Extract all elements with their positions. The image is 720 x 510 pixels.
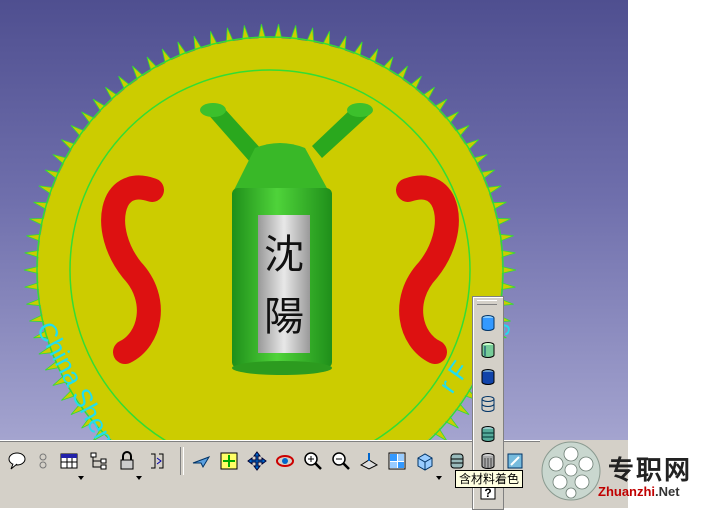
speech-bubble-icon[interactable] [6, 450, 28, 472]
model-scene: 沈 陽 China Shen r F g [23, 24, 517, 440]
table-icon[interactable] [58, 450, 80, 472]
rotate-icon[interactable] [274, 450, 296, 472]
lock-icon[interactable] [116, 450, 138, 472]
fit-all-icon[interactable] [218, 450, 240, 472]
zoom-in-icon[interactable] [302, 450, 324, 472]
label-char-2: 陽 [264, 294, 304, 340]
watermark-en-suffix: .Net [655, 484, 680, 499]
material-cylinder-icon[interactable] [479, 425, 497, 443]
zoom-out-icon[interactable] [330, 450, 352, 472]
fit-icon[interactable] [146, 450, 168, 472]
wireframe-icon[interactable] [479, 395, 497, 413]
zoom-step-icon[interactable] [32, 450, 54, 472]
page-margin [628, 0, 720, 440]
svg-text:?: ? [484, 486, 491, 500]
label-char-1: 沈 [264, 232, 304, 278]
normal-view-icon[interactable] [358, 450, 380, 472]
apply-material-icon[interactable] [504, 450, 526, 472]
tree-icon[interactable] [88, 450, 110, 472]
watermark-ball-logo [541, 441, 601, 501]
watermark-en-main: Zhuanzhi [598, 484, 656, 499]
customize-icon[interactable] [479, 452, 497, 470]
pan-icon[interactable] [246, 450, 268, 472]
shading-blue-icon[interactable] [479, 314, 497, 332]
palette-grip[interactable] [477, 300, 497, 305]
fly-icon[interactable] [190, 450, 212, 472]
shading-edges-icon[interactable] [479, 341, 497, 359]
multi-view-icon[interactable] [386, 450, 408, 472]
shading-icon[interactable] [446, 450, 468, 472]
iso-view-icon[interactable] [414, 450, 436, 472]
shading-dark-icon[interactable] [479, 368, 497, 386]
watermark-en-text: Zhuanzhi.Net [598, 484, 680, 499]
watermark-cn-text: 专职网 [608, 456, 693, 486]
tooltip: 含材料着色 [455, 470, 524, 488]
3d-viewport[interactable]: 沈 陽 China Shen r F g [0, 0, 628, 440]
